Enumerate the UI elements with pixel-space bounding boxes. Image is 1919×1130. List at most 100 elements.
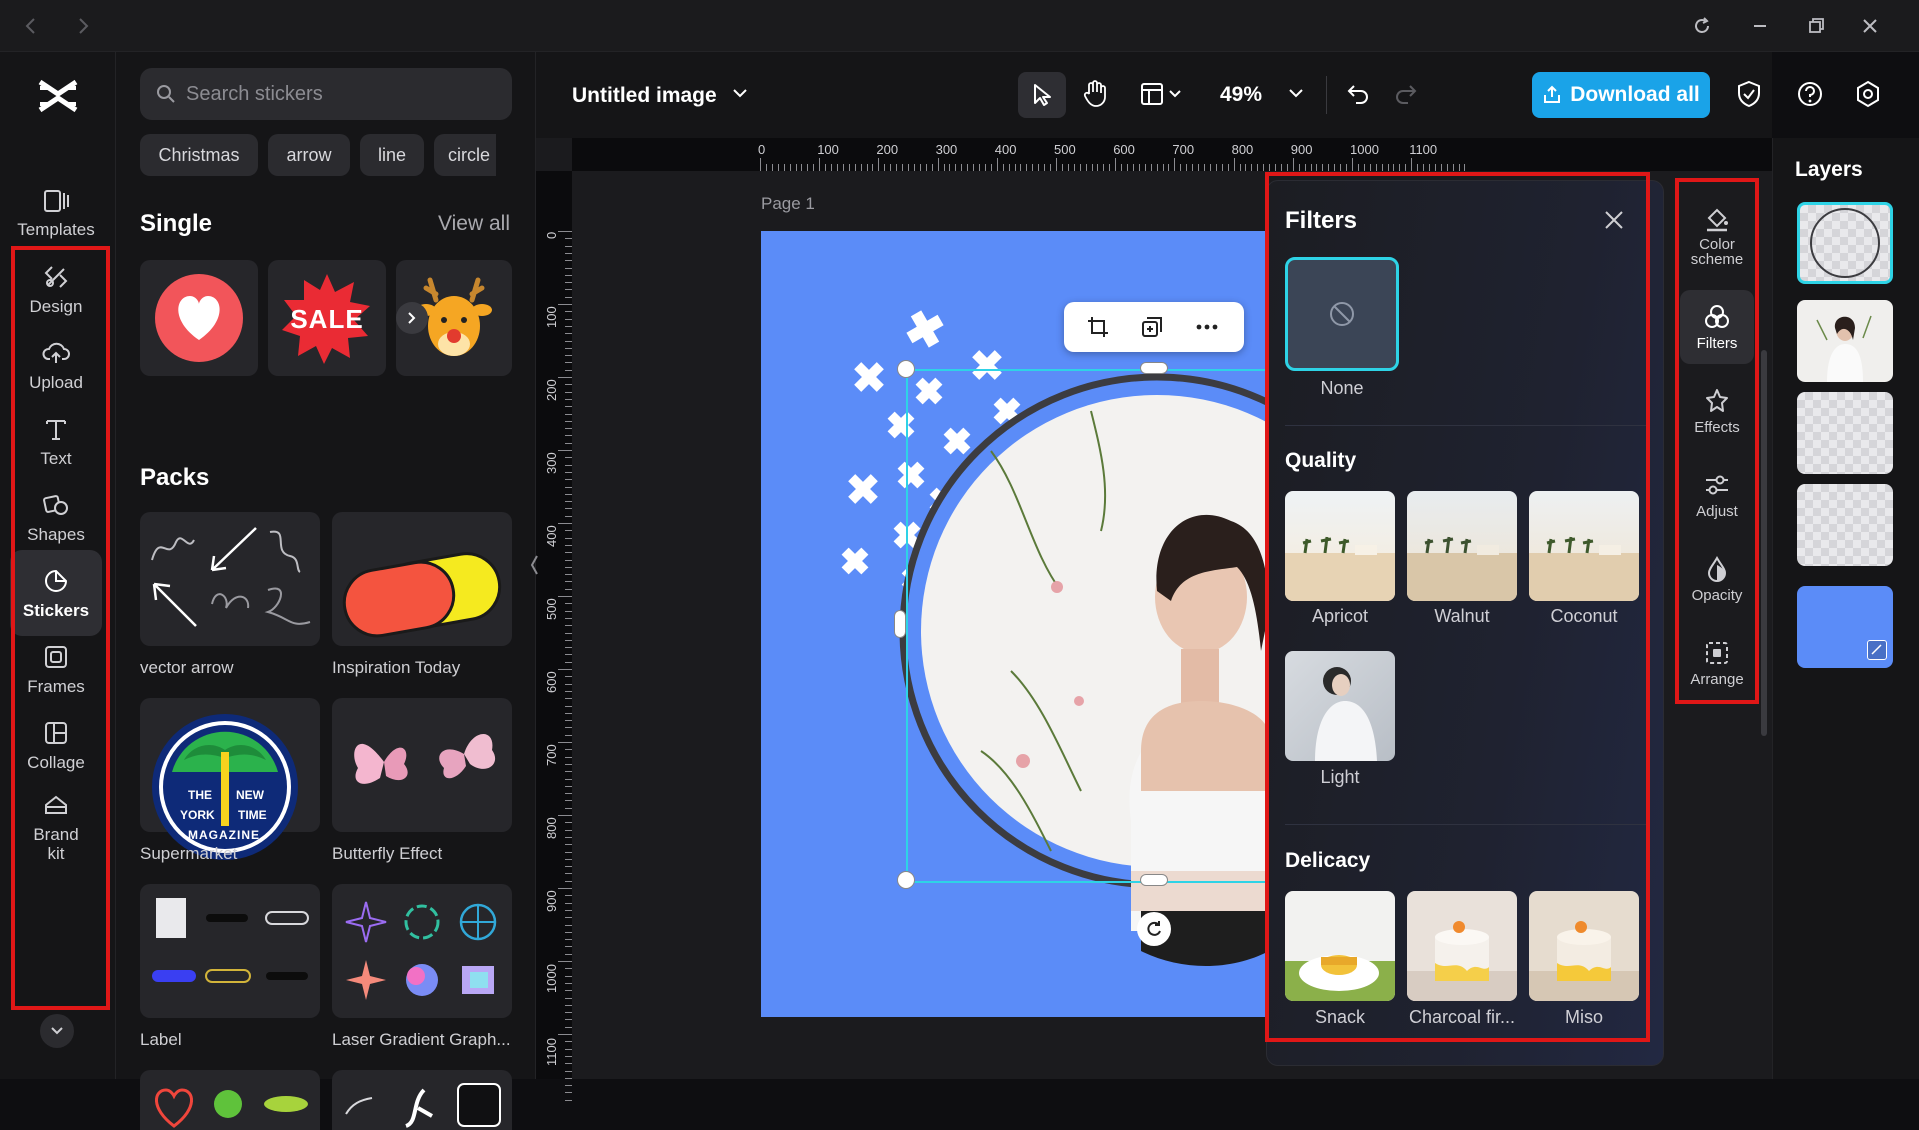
tool-color-scheme[interactable]: Color scheme bbox=[1680, 194, 1754, 278]
collapse-panel-handle[interactable] bbox=[530, 552, 540, 578]
nav-label: Text bbox=[40, 448, 72, 468]
pack-label: Laser Gradient Graph... bbox=[332, 1030, 511, 1049]
nav-stickers[interactable]: Stickers bbox=[10, 550, 102, 636]
search-input[interactable]: Search stickers bbox=[140, 68, 512, 120]
nav-brand-kit[interactable]: Brand kit bbox=[10, 778, 102, 876]
ruler-tick bbox=[967, 164, 969, 171]
pack-next-2[interactable] bbox=[332, 1070, 512, 1130]
chip-line[interactable]: line bbox=[360, 134, 424, 176]
close-filters-button[interactable] bbox=[1603, 209, 1625, 231]
layer-circle-frame[interactable] bbox=[1797, 202, 1893, 284]
filter-none[interactable] bbox=[1285, 257, 1399, 371]
ruler-tick bbox=[1156, 164, 1158, 171]
layer-transparent-2[interactable] bbox=[1797, 484, 1893, 566]
resize-handle-left[interactable] bbox=[894, 610, 906, 638]
filter-light[interactable] bbox=[1285, 651, 1395, 761]
ruler-tick bbox=[860, 164, 862, 171]
restore-icon[interactable] bbox=[1802, 12, 1830, 40]
text-icon bbox=[46, 419, 66, 440]
layer-transparent-1[interactable] bbox=[1797, 392, 1893, 474]
ruler-tick bbox=[565, 683, 572, 685]
ruler-tick bbox=[565, 931, 572, 933]
undo-button[interactable] bbox=[1346, 82, 1370, 104]
app-logo[interactable] bbox=[36, 76, 80, 116]
ruler-tick bbox=[1352, 158, 1353, 171]
nav-frames[interactable]: Frames bbox=[10, 626, 102, 712]
hand-tool-button[interactable] bbox=[1082, 80, 1108, 108]
ruler-tick bbox=[1363, 164, 1365, 171]
ruler-tick bbox=[565, 705, 572, 707]
pack-label-stickers[interactable] bbox=[140, 884, 320, 1018]
scrollbar[interactable] bbox=[1761, 350, 1767, 736]
minimize-icon[interactable] bbox=[1746, 12, 1774, 40]
ruler-tick bbox=[565, 252, 572, 254]
pack-next-1[interactable] bbox=[140, 1070, 320, 1130]
document-title[interactable]: Untitled image bbox=[572, 84, 717, 108]
nav-templates[interactable]: Templates bbox=[10, 170, 102, 256]
ruler-tick bbox=[943, 164, 945, 171]
pack-vector-arrow[interactable] bbox=[140, 512, 320, 646]
filter-walnut[interactable] bbox=[1407, 491, 1517, 601]
pack-supermarket[interactable] bbox=[140, 698, 320, 860]
zoom-dropdown-icon[interactable] bbox=[1288, 88, 1304, 100]
ruler-tick bbox=[558, 377, 572, 378]
view-all-link[interactable]: View all bbox=[438, 212, 510, 236]
ruler-tick bbox=[565, 479, 572, 481]
nav-collage[interactable]: Collage bbox=[10, 702, 102, 788]
tool-effects[interactable]: Effects bbox=[1680, 374, 1754, 448]
filter-snack[interactable] bbox=[1285, 891, 1395, 1001]
nav-upload[interactable]: Upload bbox=[10, 322, 102, 408]
redo-button[interactable] bbox=[1394, 82, 1418, 104]
nav-shapes[interactable]: Shapes bbox=[10, 474, 102, 560]
layer-portrait[interactable] bbox=[1797, 300, 1893, 382]
pack-inspiration-today[interactable] bbox=[332, 512, 512, 646]
sale-sticker[interactable]: SALE bbox=[268, 260, 386, 376]
help-button[interactable] bbox=[1796, 80, 1824, 108]
zoom-level[interactable]: 49% bbox=[1220, 83, 1262, 107]
download-all-button[interactable]: Download all bbox=[1532, 72, 1710, 118]
settings-button[interactable] bbox=[1854, 80, 1882, 108]
carousel-next-button[interactable] bbox=[396, 302, 428, 334]
select-tool-button[interactable] bbox=[1018, 72, 1066, 118]
help-icon bbox=[1798, 82, 1822, 106]
tool-filters[interactable]: Filters bbox=[1680, 290, 1754, 364]
resize-handle-top-left[interactable] bbox=[897, 360, 915, 378]
nav-design[interactable]: Design bbox=[10, 246, 102, 332]
tool-opacity[interactable]: Opacity bbox=[1680, 542, 1754, 616]
refresh-icon[interactable] bbox=[1688, 12, 1716, 40]
filter-apricot[interactable] bbox=[1285, 491, 1395, 601]
layout-tool-button[interactable] bbox=[1140, 82, 1186, 106]
more-options-button[interactable] bbox=[1194, 315, 1220, 339]
selection-box[interactable] bbox=[906, 369, 1270, 883]
filter-label: Apricot bbox=[1311, 606, 1369, 626]
tool-arrange[interactable]: Arrange bbox=[1680, 626, 1754, 700]
resize-handle-bottom[interactable] bbox=[1140, 874, 1168, 886]
close-icon[interactable] bbox=[1856, 12, 1884, 40]
filters-icon bbox=[1705, 305, 1729, 328]
crop-button[interactable] bbox=[1086, 315, 1110, 339]
rotate-handle[interactable] bbox=[1137, 912, 1171, 946]
tool-adjust[interactable]: Adjust bbox=[1680, 458, 1754, 532]
pack-laser-gradient[interactable] bbox=[332, 884, 512, 1018]
layer-background[interactable] bbox=[1797, 586, 1893, 668]
resize-handle-bottom-left[interactable] bbox=[897, 871, 915, 889]
chip-arrow[interactable]: arrow bbox=[268, 134, 350, 176]
forward-icon[interactable] bbox=[70, 12, 98, 40]
resize-handle-top[interactable] bbox=[1140, 362, 1168, 374]
filter-miso[interactable] bbox=[1529, 891, 1639, 1001]
duplicate-button[interactable] bbox=[1140, 315, 1164, 339]
filter-coconut[interactable] bbox=[1529, 491, 1639, 601]
nav-text[interactable]: Text bbox=[10, 398, 102, 484]
chip-christmas[interactable]: Christmas bbox=[140, 134, 258, 176]
filter-charcoal-fir[interactable] bbox=[1407, 891, 1517, 1001]
back-icon[interactable] bbox=[16, 12, 44, 40]
ruler-tick bbox=[565, 1004, 572, 1006]
ruler-tick bbox=[565, 267, 572, 269]
shield-button[interactable] bbox=[1736, 80, 1762, 108]
title-dropdown-icon[interactable] bbox=[732, 88, 748, 100]
ruler-tick bbox=[1340, 164, 1342, 171]
scroll-down-button[interactable] bbox=[40, 1014, 74, 1048]
pack-butterfly-effect[interactable] bbox=[332, 698, 512, 832]
chip-circle[interactable]: circle bbox=[434, 134, 496, 176]
heart-sticker[interactable] bbox=[140, 260, 258, 376]
